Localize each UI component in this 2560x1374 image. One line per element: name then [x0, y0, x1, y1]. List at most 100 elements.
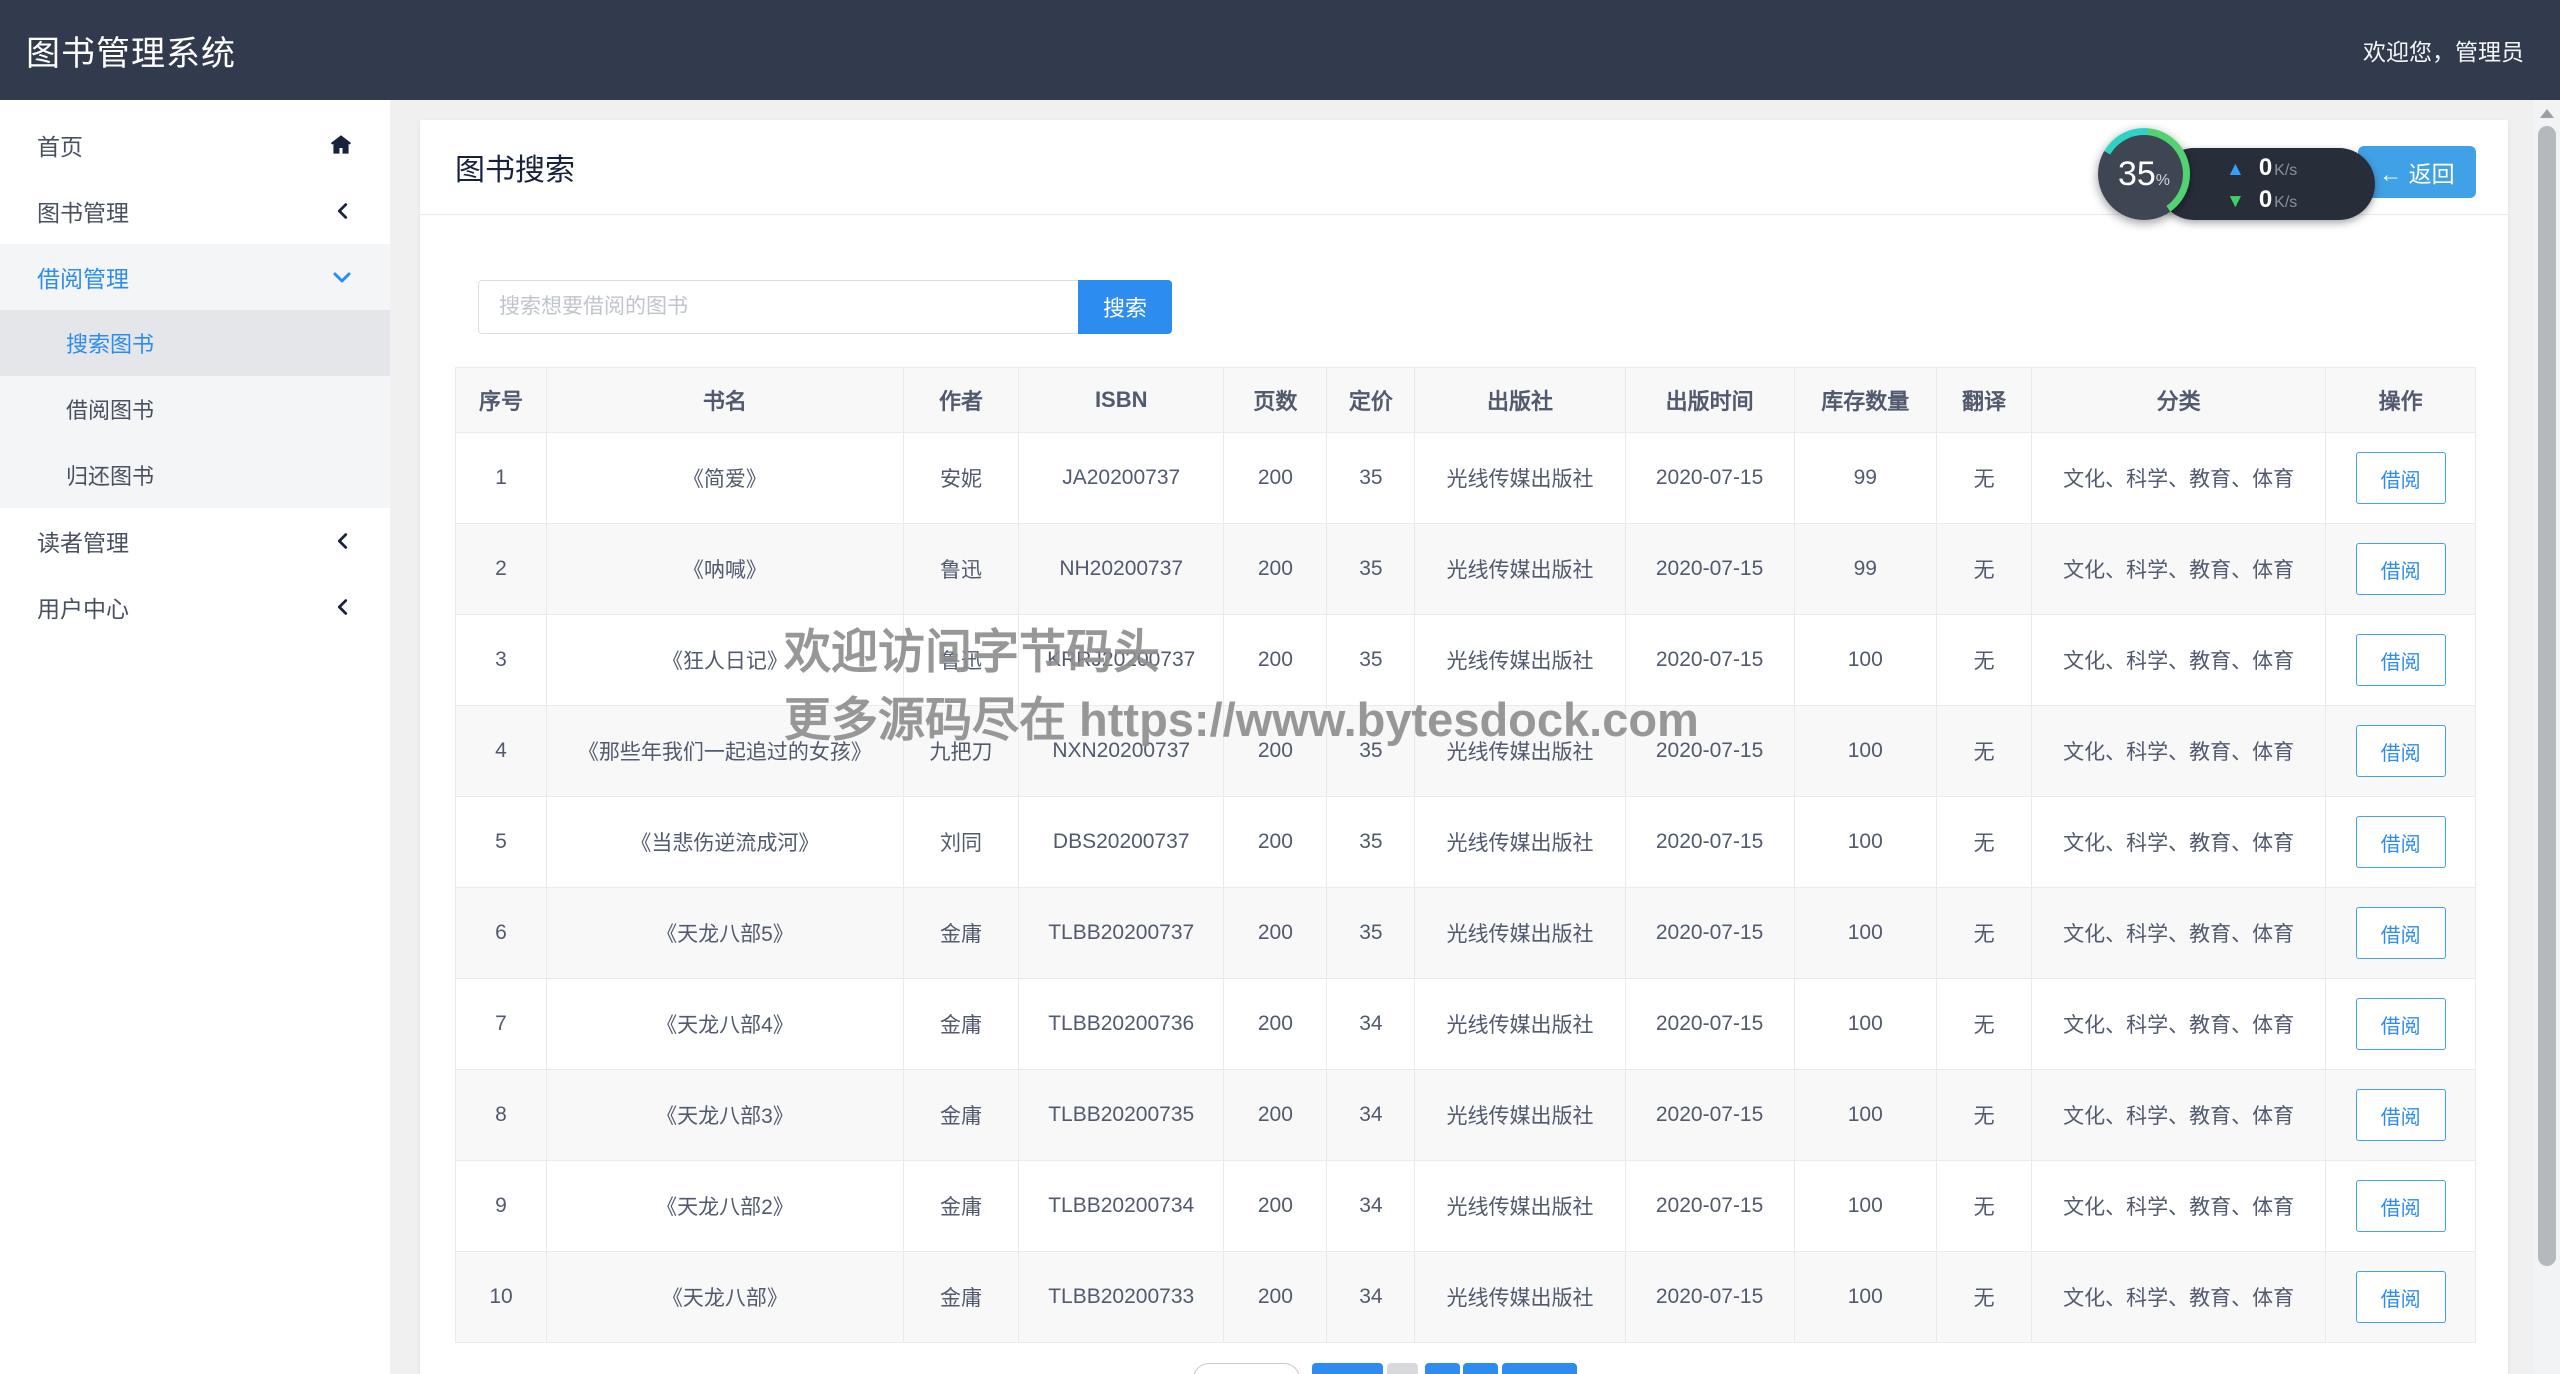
cell-translation: 无: [1937, 797, 2032, 888]
cell-publisher: 光线传媒出版社: [1415, 524, 1625, 615]
table-row: 2 《呐喊》 鲁迅 NH20200737 200 35 光线传媒出版社 2020…: [456, 524, 2476, 615]
borrow-button[interactable]: 借阅: [2356, 543, 2446, 595]
sidebar-item-user-center[interactable]: 用户中心: [0, 574, 390, 640]
cell-index: 7: [456, 979, 547, 1070]
vertical-scrollbar[interactable]: [2534, 100, 2560, 1374]
cell-stock: 100: [1794, 1070, 1937, 1161]
home-icon: [328, 132, 354, 158]
pagination-next-button[interactable]: [1502, 1363, 1577, 1374]
cell-publisher: 光线传媒出版社: [1415, 615, 1625, 706]
cell-category: 文化、科学、教育、体育: [2032, 979, 2326, 1070]
borrow-button[interactable]: 借阅: [2356, 907, 2446, 959]
search-button[interactable]: 搜索: [1078, 280, 1172, 334]
cell-stock: 100: [1794, 797, 1937, 888]
cell-category: 文化、科学、教育、体育: [2032, 1252, 2326, 1343]
cell-publisher: 光线传媒出版社: [1415, 1070, 1625, 1161]
cell-pages: 200: [1224, 706, 1327, 797]
upload-speed-row: ▲ 0K/s: [2226, 154, 2375, 182]
cell-title: 《简爱》: [546, 433, 903, 524]
borrow-button[interactable]: 借阅: [2356, 998, 2446, 1050]
borrow-button[interactable]: 借阅: [2356, 1089, 2446, 1141]
cell-category: 文化、科学、教育、体育: [2032, 524, 2326, 615]
sidebar-submenu: 搜索图书 借阅图书 归还图书: [0, 310, 390, 508]
pagination-page-size-select[interactable]: [1193, 1363, 1300, 1374]
cell-category: 文化、科学、教育、体育: [2032, 615, 2326, 706]
progress-value: 35 %: [2105, 135, 2183, 213]
table-row: 8 《天龙八部3》 金庸 TLBB20200735 200 34 光线传媒出版社…: [456, 1070, 2476, 1161]
cell-pubdate: 2020-07-15: [1625, 979, 1794, 1070]
cell-title: 《天龙八部2》: [546, 1161, 903, 1252]
sidebar-item-home[interactable]: 首页: [0, 112, 390, 178]
cell-index: 5: [456, 797, 547, 888]
down-arrow-icon: ▼: [2226, 188, 2245, 216]
cell-isbn: TLBB20200733: [1019, 1252, 1224, 1343]
borrow-button[interactable]: 借阅: [2356, 816, 2446, 868]
table-row: 9 《天龙八部2》 金庸 TLBB20200734 200 34 光线传媒出版社…: [456, 1161, 2476, 1252]
sidebar-item-borrow-management[interactable]: 借阅管理: [0, 244, 390, 310]
cell-price: 35: [1327, 524, 1415, 615]
sidebar-item-book-management[interactable]: 图书管理: [0, 178, 390, 244]
borrow-button[interactable]: 借阅: [2356, 1271, 2446, 1323]
sidebar-subitem-label: 归还图书: [66, 459, 154, 491]
cell-author: 刘同: [903, 797, 1018, 888]
speed-overlay-widget[interactable]: ▲ 0K/s ▼ 0K/s 35 %: [2098, 128, 2283, 224]
col-price: 定价: [1327, 368, 1415, 433]
back-button[interactable]: ← 返回: [2358, 146, 2476, 198]
cell-title: 《天龙八部3》: [546, 1070, 903, 1161]
cell-action: 借阅: [2326, 1161, 2476, 1252]
cell-stock: 100: [1794, 888, 1937, 979]
cell-pages: 200: [1224, 615, 1327, 706]
table-row: 6 《天龙八部5》 金庸 TLBB20200737 200 35 光线传媒出版社…: [456, 888, 2476, 979]
cell-title: 《天龙八部4》: [546, 979, 903, 1070]
scrollbar-thumb[interactable]: [2538, 126, 2556, 1266]
sidebar-subitem-return-books[interactable]: 归还图书: [0, 442, 390, 508]
sidebar-subitem-search-books[interactable]: 搜索图书: [0, 310, 390, 376]
borrow-button[interactable]: 借阅: [2356, 634, 2446, 686]
cell-isbn: KRRJ20200737: [1019, 615, 1224, 706]
sidebar-subitem-label: 借阅图书: [66, 393, 154, 425]
cell-pages: 200: [1224, 524, 1327, 615]
cell-author: 金庸: [903, 979, 1018, 1070]
chevron-left-icon: [332, 200, 354, 222]
cell-pubdate: 2020-07-15: [1625, 1070, 1794, 1161]
borrow-button[interactable]: 借阅: [2356, 452, 2446, 504]
cell-author: 金庸: [903, 1070, 1018, 1161]
sidebar-item-label: 用户中心: [37, 590, 129, 624]
table-row: 7 《天龙八部4》 金庸 TLBB20200736 200 34 光线传媒出版社…: [456, 979, 2476, 1070]
pagination-page-button[interactable]: [1463, 1363, 1498, 1374]
cell-pages: 200: [1224, 433, 1327, 524]
borrow-button[interactable]: 借阅: [2356, 1180, 2446, 1232]
chevron-left-icon: [332, 596, 354, 618]
pagination-page-button[interactable]: [1425, 1363, 1460, 1374]
cell-translation: 无: [1937, 1070, 2032, 1161]
cell-author: 安妮: [903, 433, 1018, 524]
cell-title: 《呐喊》: [546, 524, 903, 615]
pagination-page-button[interactable]: [1387, 1363, 1418, 1374]
progress-percent-sign: %: [2156, 172, 2170, 190]
col-translation: 翻译: [1937, 368, 2032, 433]
cell-price: 34: [1327, 979, 1415, 1070]
cell-index: 1: [456, 433, 547, 524]
table-row: 4 《那些年我们一起追过的女孩》 九把刀 NXN20200737 200 35 …: [456, 706, 2476, 797]
top-header: 图书管理系统 欢迎您，管理员: [0, 0, 2560, 100]
col-author: 作者: [903, 368, 1018, 433]
chevron-left-icon: [332, 530, 354, 552]
cell-author: 金庸: [903, 888, 1018, 979]
app-title: 图书管理系统: [26, 26, 236, 75]
sidebar-item-reader-management[interactable]: 读者管理: [0, 508, 390, 574]
sidebar-item-label: 读者管理: [37, 524, 129, 558]
table-header-row: 序号 书名 作者 ISBN 页数 定价 出版社 出版时间 库存数量 翻译 分类 …: [456, 368, 2476, 433]
col-pubdate: 出版时间: [1625, 368, 1794, 433]
scrollbar-up-arrow-icon[interactable]: [2540, 109, 2554, 118]
sidebar-item-label: 借阅管理: [37, 260, 129, 294]
cell-action: 借阅: [2326, 615, 2476, 706]
borrow-button[interactable]: 借阅: [2356, 725, 2446, 777]
search-input[interactable]: [478, 280, 1078, 334]
cell-pages: 200: [1224, 1070, 1327, 1161]
sidebar-subitem-borrow-books[interactable]: 借阅图书: [0, 376, 390, 442]
cell-price: 35: [1327, 433, 1415, 524]
cell-stock: 100: [1794, 1161, 1937, 1252]
cell-action: 借阅: [2326, 524, 2476, 615]
pagination-prev-button[interactable]: [1312, 1363, 1383, 1374]
books-table: 序号 书名 作者 ISBN 页数 定价 出版社 出版时间 库存数量 翻译 分类 …: [455, 367, 2476, 1343]
